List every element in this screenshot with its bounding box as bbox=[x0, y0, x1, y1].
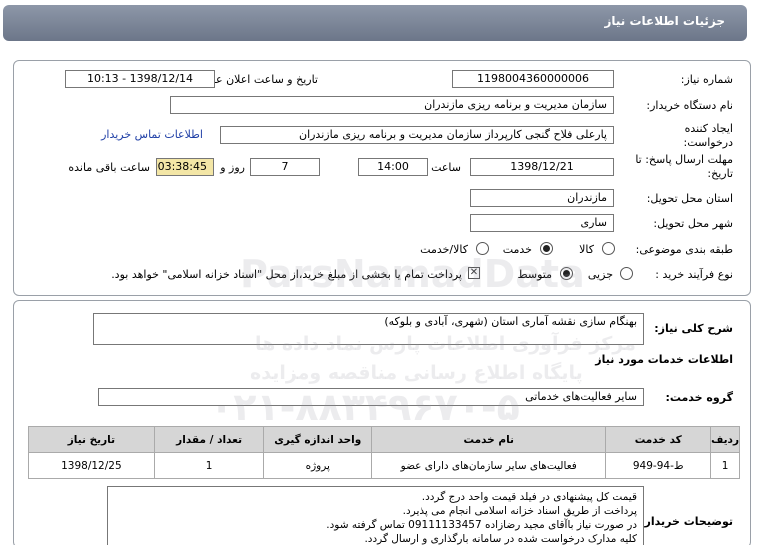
process-label: نوع فرآیند خرید : bbox=[655, 268, 733, 281]
page-title: جزئیات اطلاعات نیاز bbox=[604, 14, 725, 28]
cell-qty: 1 bbox=[153, 452, 265, 479]
category-radio-goods[interactable] bbox=[602, 242, 615, 255]
services-table: ردیف کد خدمت نام خدمت واحد اندازه گیری ت… bbox=[28, 426, 740, 479]
category-option-goods: کالا bbox=[579, 243, 594, 256]
announce-field: 1398/12/14 - 10:13 bbox=[65, 70, 215, 88]
category-option-service: خدمت bbox=[502, 243, 532, 256]
days-field: 7 bbox=[250, 158, 320, 176]
buyer-notes-box: قیمت کل پیشنهادی در فیلد قیمت واحد درج گ… bbox=[107, 486, 644, 545]
service-group-field: سایر فعالیت‌های خدماتی bbox=[98, 388, 644, 406]
page-header: جزئیات اطلاعات نیاز bbox=[3, 5, 747, 41]
buyer-note-line: پرداخت از طریق اسناد خزانه اسلامی انجام … bbox=[402, 505, 637, 517]
city-field: ساری bbox=[470, 214, 614, 232]
category-radio-both[interactable] bbox=[476, 242, 489, 255]
remaining-label: ساعت باقی مانده bbox=[68, 161, 150, 174]
buyer-contact-link[interactable]: اطلاعات تماس خریدار bbox=[101, 128, 203, 141]
days-label: روز و bbox=[220, 161, 245, 174]
cell-unit: پروژه bbox=[263, 452, 373, 479]
col-header-code: کد خدمت bbox=[605, 426, 712, 453]
cell-code: ط-94-949 bbox=[605, 452, 712, 479]
cell-name: فعالیت‌های سایر سازمان‌های دارای عضو bbox=[371, 452, 607, 479]
services-section-title: اطلاعات خدمات مورد نیاز bbox=[595, 353, 733, 366]
buyer-note-line: قیمت کل پیشنهادی در فیلد قیمت واحد درج گ… bbox=[421, 491, 637, 503]
creator-field: پارعلی فلاح گنجی کارپرداز سازمان مدیریت … bbox=[220, 126, 614, 144]
process-option-minor: جزیی bbox=[587, 268, 613, 281]
process-radio-medium[interactable] bbox=[560, 267, 573, 280]
general-desc-field: بهنگام سازی نقشه آماری استان (شهری، آباد… bbox=[93, 313, 644, 345]
table-row: 1 ط-94-949 فعالیت‌های سایر سازمان‌های دا… bbox=[28, 452, 740, 479]
category-option-both: کالا/خدمت bbox=[420, 243, 468, 256]
deadline-label: مهلت ارسال پاسخ: تا تاریخ: bbox=[635, 153, 733, 180]
general-desc-label: شرح کلی نیاز: bbox=[654, 322, 733, 335]
province-label: استان محل تحویل: bbox=[646, 192, 733, 205]
buyer-label: نام دستگاه خریدار: bbox=[646, 99, 733, 112]
process-option-medium: متوسط bbox=[517, 268, 552, 281]
table-header-row: ردیف کد خدمت نام خدمت واحد اندازه گیری ت… bbox=[28, 426, 740, 453]
col-header-unit: واحد اندازه گیری bbox=[263, 426, 373, 453]
need-number-field: 1198004360000006 bbox=[452, 70, 614, 88]
service-group-label: گروه خدمت: bbox=[665, 391, 733, 404]
deadline-date-field: 1398/12/21 bbox=[470, 158, 614, 176]
cell-row: 1 bbox=[710, 452, 740, 479]
buyer-note-line: در صورت نیاز باآقای مجید رضازاده 0911113… bbox=[326, 519, 637, 531]
treasury-checkbox[interactable]: ✕ bbox=[468, 267, 480, 279]
col-header-qty: تعداد / مقدار bbox=[153, 426, 265, 453]
deadline-time-label: ساعت bbox=[431, 161, 461, 174]
remaining-time-field: 03:38:45 bbox=[156, 158, 214, 176]
province-field: مازندران bbox=[470, 189, 614, 207]
city-label: شهر محل تحویل: bbox=[653, 217, 733, 230]
creator-label: ایجاد کننده درخواست: bbox=[683, 122, 733, 149]
process-radio-minor[interactable] bbox=[620, 267, 633, 280]
cell-date: 1398/12/25 bbox=[28, 452, 155, 479]
col-header-date: تاریخ نیاز bbox=[28, 426, 155, 453]
buyer-field: سازمان مدیریت و برنامه ریزی مازندران bbox=[170, 96, 614, 114]
payment-note: پرداخت تمام یا بخشی از مبلغ خرید،از محل … bbox=[111, 268, 462, 281]
deadline-time-field: 14:00 bbox=[358, 158, 428, 176]
col-header-row: ردیف bbox=[710, 426, 740, 453]
need-number-label: شماره نیاز: bbox=[680, 73, 733, 86]
category-radio-service[interactable] bbox=[540, 242, 553, 255]
buyer-notes-label: توضیحات خریدار: bbox=[640, 515, 733, 528]
category-label: طبقه بندی موضوعی: bbox=[635, 243, 733, 256]
col-header-name: نام خدمت bbox=[371, 426, 607, 453]
buyer-note-line: کلیه مدارک درخواست شده در سامانه بارگذار… bbox=[364, 533, 637, 545]
